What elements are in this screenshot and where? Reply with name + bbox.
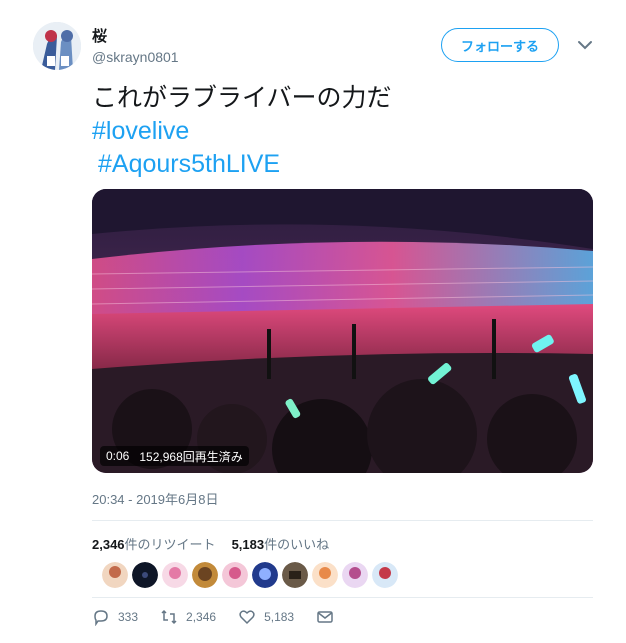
retweet-count: 2,346 (186, 610, 217, 624)
concert-video-thumbnail (92, 189, 593, 473)
retweet-icon (161, 609, 177, 625)
liker-avatars (102, 562, 398, 588)
liker-avatar[interactable] (192, 562, 218, 588)
tweet-actions: 333 2,346 5,183 (92, 608, 356, 626)
liker-avatar[interactable] (282, 562, 308, 588)
engagement-stats: 2,346件のリツイート 5,183件のいいね (92, 534, 329, 553)
retweet-button[interactable]: 2,346 (160, 608, 216, 626)
reply-button[interactable]: 333 (92, 608, 138, 626)
heart-icon (239, 610, 255, 625)
retweet-stat[interactable]: 2,346件のリツイート (92, 534, 216, 553)
hashtag-link-lovelive[interactable]: #lovelive (92, 115, 392, 148)
liker-avatar[interactable] (132, 562, 158, 588)
display-name[interactable]: 桜 (92, 25, 107, 46)
user-handle[interactable]: @skrayn0801 (92, 49, 179, 65)
liker-avatar[interactable] (372, 562, 398, 588)
like-count: 5,183 (264, 610, 295, 624)
liker-avatar[interactable] (252, 562, 278, 588)
retweet-stat-label: 件のリツイート (124, 537, 216, 552)
tweet-text: これがラブライバーの力だ #lovelive #Aqours5thLIVE (92, 82, 392, 181)
avatar[interactable] (33, 22, 81, 70)
liker-avatar[interactable] (312, 562, 338, 588)
like-stat-label: 件のいいね (264, 537, 330, 552)
liker-avatar[interactable] (162, 562, 188, 588)
direct-message-button[interactable] (316, 608, 334, 626)
like-stat[interactable]: 5,183件のいいね (232, 534, 330, 553)
video-duration: 0:06 (106, 449, 130, 463)
avatar-icon (33, 22, 81, 70)
like-button[interactable]: 5,183 (238, 608, 294, 626)
mail-icon (317, 611, 333, 623)
follow-button[interactable]: フォローする (441, 28, 559, 62)
tweet-timestamp[interactable]: 20:34 - 2019年6月8日 (92, 489, 218, 508)
tweet-text-line: これがラブライバーの力だ (92, 84, 392, 112)
reply-count: 333 (118, 610, 139, 624)
divider (92, 520, 593, 521)
chevron-down-icon[interactable] (576, 36, 594, 54)
liker-avatar[interactable] (342, 562, 368, 588)
reply-icon (94, 610, 108, 626)
divider (92, 597, 593, 598)
video-info-badge: 0:06 152,968回再生済み (100, 446, 249, 466)
retweet-stat-count: 2,346 (92, 537, 125, 552)
like-stat-count: 5,183 (231, 537, 265, 552)
video-view-count: 152,968回再生済み (139, 449, 243, 464)
tweet-card: 桜 @skrayn0801 フォローする これがラブライバーの力だ #lovel… (0, 0, 626, 643)
hashtag-link-aqours[interactable]: #Aqours5thLIVE (92, 148, 392, 181)
video-player[interactable] (92, 189, 593, 473)
liker-avatar[interactable] (102, 562, 128, 588)
liker-avatar[interactable] (222, 562, 248, 588)
